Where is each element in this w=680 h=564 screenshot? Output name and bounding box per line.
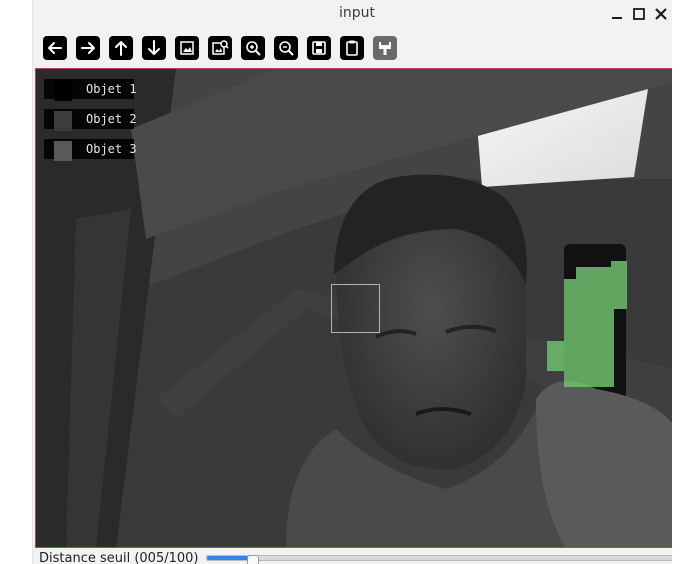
background-window-strip-right: [672, 0, 680, 564]
threshold-slider-label: Distance seuil (005/100): [39, 551, 199, 564]
clipboard-icon: [346, 40, 358, 56]
background-window-strip-left: [0, 0, 32, 564]
legend-swatch: [54, 111, 72, 131]
arrow-left-icon: [48, 42, 62, 54]
pan-left-button[interactable]: [43, 36, 67, 60]
copy-clipboard-button[interactable]: [340, 36, 364, 60]
legend-item-objet-1: Objet 1: [44, 79, 137, 101]
window-title: input: [338, 5, 375, 21]
legend-label: Objet 2: [86, 112, 137, 126]
zoom-out-button[interactable]: [274, 36, 298, 60]
image-icon: [180, 41, 194, 55]
zoom-original-button[interactable]: [208, 36, 232, 60]
threshold-slider-row: Distance seuil (005/100): [33, 549, 680, 564]
maximize-icon: [633, 8, 645, 20]
legend-item-objet-2: Objet 2: [44, 109, 137, 131]
minimize-icon: [612, 17, 622, 19]
image-viewer-window: input Objet 1 Objet 2 Objet 3 Distance s…: [32, 0, 680, 564]
image-search-icon: [212, 40, 229, 55]
title-bar[interactable]: input: [33, 0, 680, 30]
legend-swatch: [54, 81, 72, 101]
slider-handle[interactable]: [247, 555, 259, 564]
save-image-button[interactable]: [307, 36, 331, 60]
maximize-button[interactable]: [629, 4, 649, 24]
legend-swatch: [54, 141, 72, 161]
threshold-slider[interactable]: [206, 555, 674, 564]
legend-label: Objet 1: [86, 82, 137, 96]
pan-down-button[interactable]: [142, 36, 166, 60]
minimize-button[interactable]: [607, 4, 627, 24]
properties-icon: [379, 42, 391, 55]
arrow-down-icon: [148, 40, 160, 55]
legend-item-objet-3: Objet 3: [44, 139, 137, 161]
legend-label: Objet 3: [86, 142, 137, 156]
pan-right-button[interactable]: [76, 36, 100, 60]
image-display[interactable]: Objet 1 Objet 2 Objet 3: [35, 68, 676, 548]
arrow-right-icon: [81, 42, 95, 54]
properties-button[interactable]: [373, 36, 397, 60]
zoom-out-icon: [279, 41, 294, 56]
background-text-fragment: [674, 365, 678, 373]
arrow-up-icon: [115, 41, 127, 56]
close-button[interactable]: [651, 4, 671, 24]
pan-up-button[interactable]: [109, 36, 133, 60]
zoom-in-button[interactable]: [241, 36, 265, 60]
selection-rectangle[interactable]: [331, 284, 380, 333]
zoom-in-icon: [246, 41, 261, 56]
zoom-fit-button[interactable]: [175, 36, 199, 60]
close-icon: [655, 8, 667, 20]
save-icon: [312, 41, 326, 55]
